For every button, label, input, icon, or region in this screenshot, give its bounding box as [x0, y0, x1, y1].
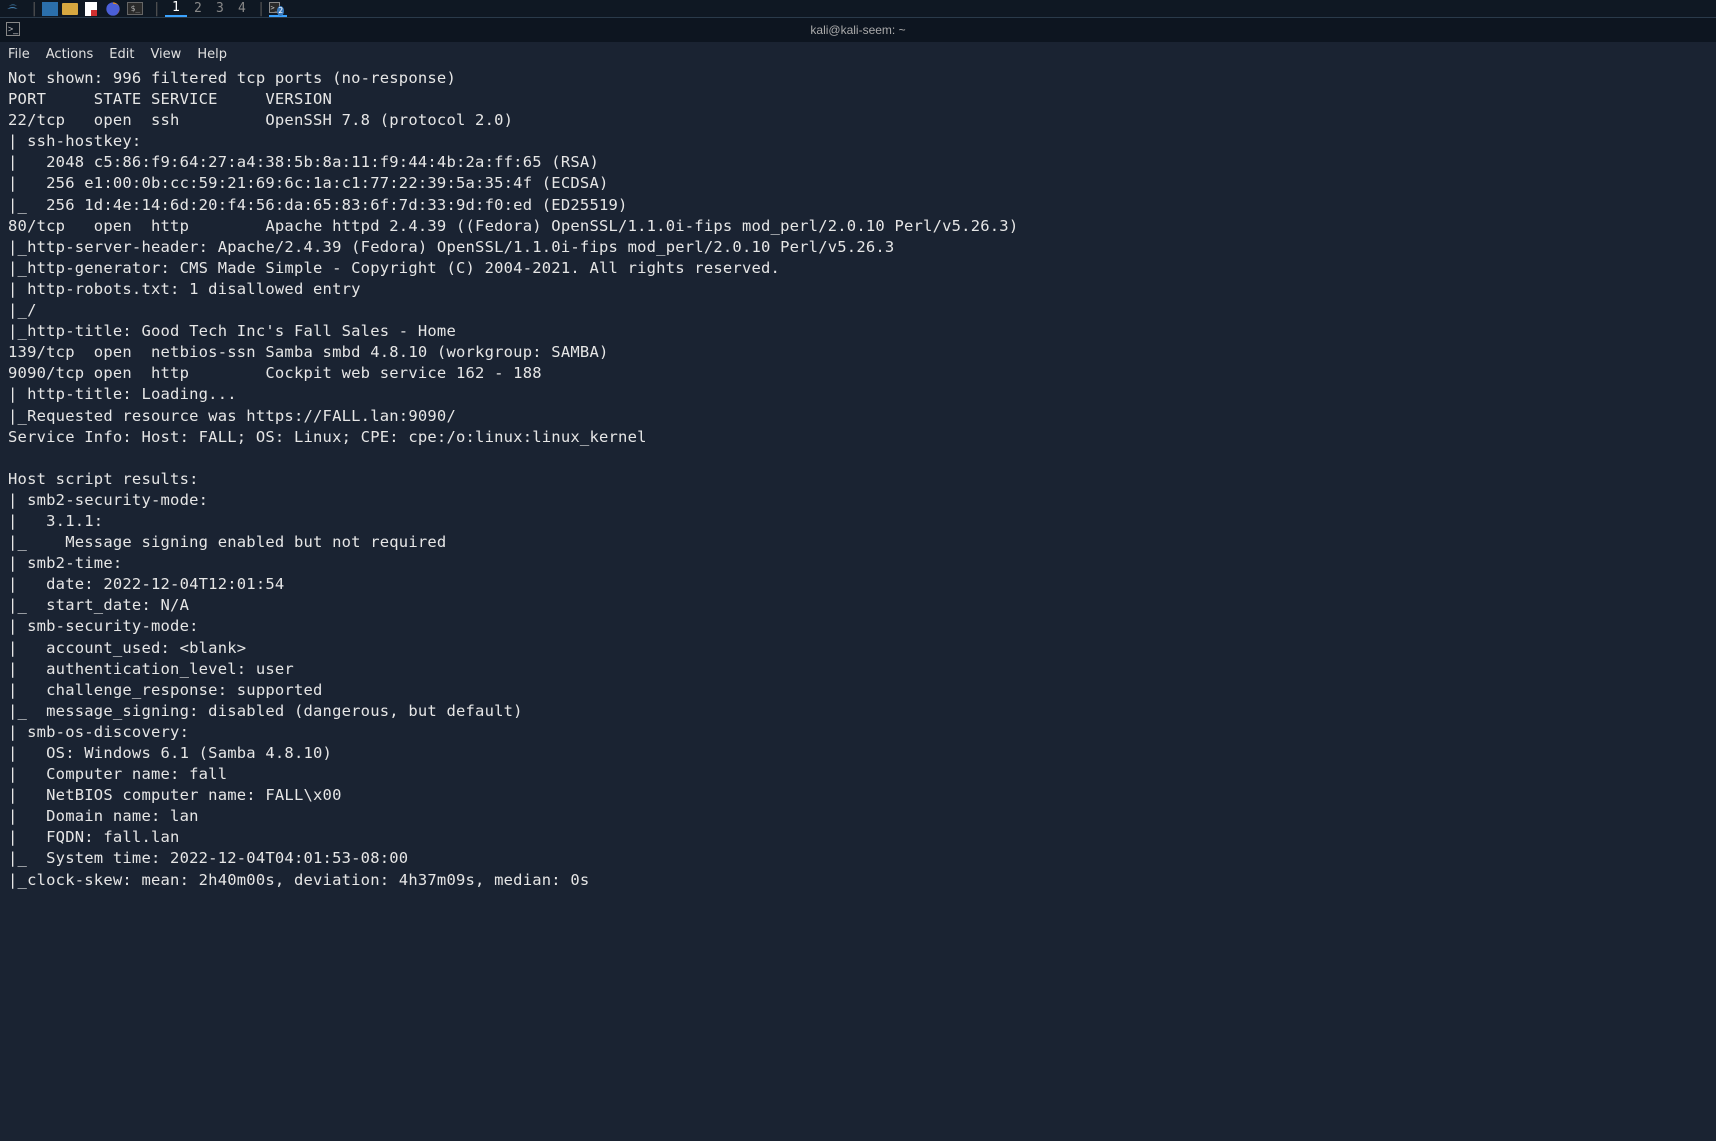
menu-help[interactable]: Help — [197, 47, 227, 62]
menu-view[interactable]: View — [150, 47, 181, 62]
terminal-titlebar-icon: >_ — [6, 22, 20, 36]
firefox-icon[interactable] — [104, 1, 122, 17]
menu-edit[interactable]: Edit — [109, 47, 134, 62]
terminal-icon[interactable]: $_ — [126, 1, 144, 17]
kali-menu-icon[interactable] — [4, 1, 22, 17]
text-editor-icon[interactable] — [82, 1, 100, 17]
menu-file[interactable]: File — [8, 47, 30, 62]
terminal-output[interactable]: Not shown: 996 filtered tcp ports (no-re… — [0, 66, 1716, 893]
menu-actions[interactable]: Actions — [46, 47, 94, 62]
window-title: kali@kali-seem: ~ — [810, 23, 905, 37]
taskbar-separator: | — [30, 1, 38, 17]
show-desktop-icon[interactable] — [42, 2, 58, 16]
window-title-bar[interactable]: >_ kali@kali-seem: ~ — [0, 18, 1716, 42]
workspace-1[interactable]: 1 — [165, 0, 187, 17]
menu-bar: File Actions Edit View Help — [0, 42, 1716, 66]
taskbar-separator: | — [152, 1, 160, 17]
taskbar-separator: | — [257, 1, 265, 17]
file-manager-icon[interactable] — [62, 3, 78, 15]
workspace-2[interactable]: 2 — [187, 1, 209, 16]
running-terminal-icon[interactable]: >_ 2 — [269, 1, 287, 17]
workspace-4[interactable]: 4 — [231, 1, 253, 16]
workspace-3[interactable]: 3 — [209, 1, 231, 16]
taskbar: | $_ | 1 2 3 4 | >_ 2 — [0, 0, 1716, 18]
